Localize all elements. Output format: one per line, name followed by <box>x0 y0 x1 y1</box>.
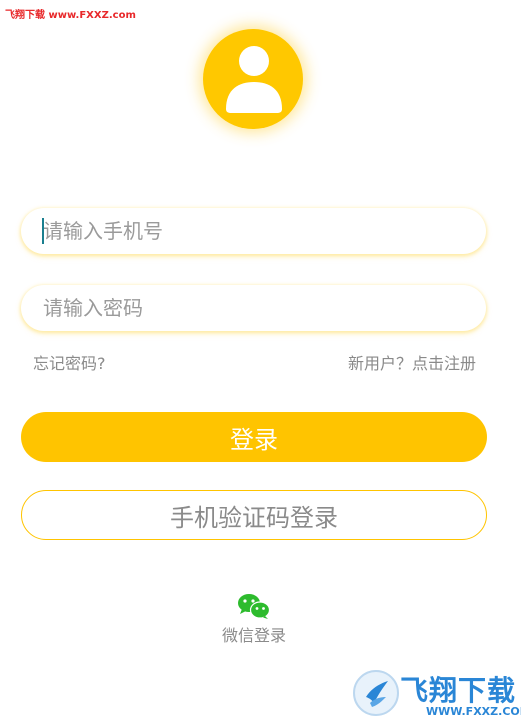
logo-url: WWW.FXXZ.COM <box>426 705 521 718</box>
watermark-top-text: 飞翔下载 www.FXXZ.com <box>5 10 136 21</box>
wechat-icon <box>238 594 271 619</box>
login-button[interactable]: 登录 <box>21 412 487 462</box>
wechat-login-label: 微信登录 <box>221 626 286 645</box>
phone-field <box>21 208 486 254</box>
phone-input[interactable] <box>43 208 463 254</box>
text-cursor <box>42 218 44 244</box>
register-link[interactable]: 新用户？点击注册 <box>348 350 476 374</box>
user-avatar-icon <box>226 46 282 113</box>
password-field <box>21 285 486 331</box>
logo-text: 飞翔下载 <box>400 674 517 707</box>
password-input[interactable] <box>43 285 463 331</box>
site-logo: 飞翔下载 WWW.FXXZ.COM <box>352 665 521 721</box>
logo-emblem-icon <box>353 670 399 716</box>
forgot-password-link[interactable]: 忘记密码? <box>33 350 106 374</box>
avatar[interactable] <box>203 29 303 129</box>
sms-login-button[interactable]: 手机验证码登录 <box>21 490 487 540</box>
wechat-login-button[interactable]: 微信登录 <box>204 592 304 646</box>
